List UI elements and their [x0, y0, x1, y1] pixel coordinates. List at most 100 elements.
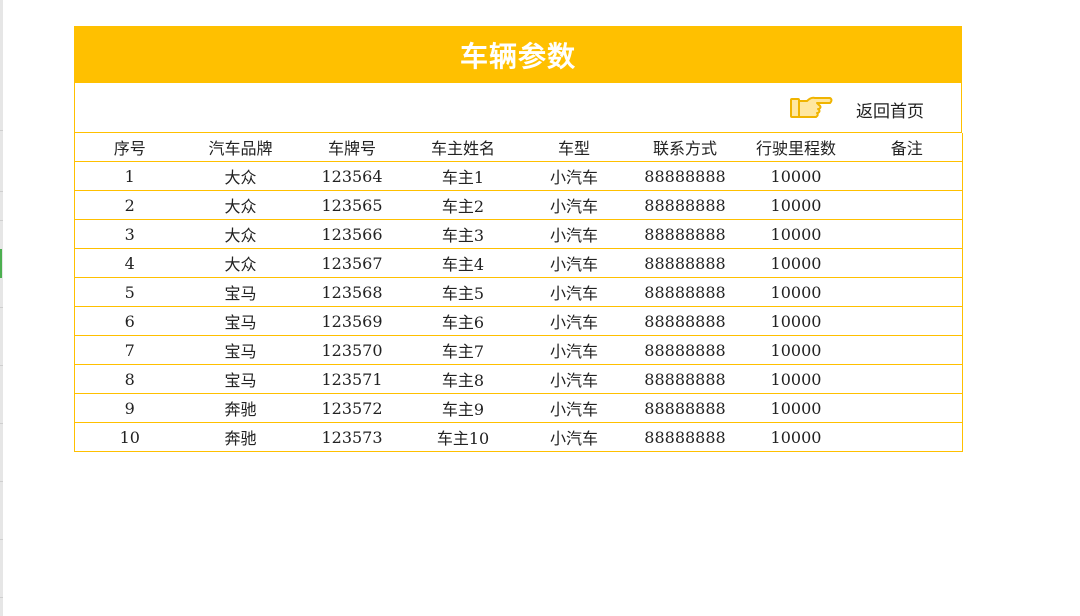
cell-contact[interactable]: 88888888 — [629, 393, 741, 423]
cell-mileage[interactable]: 10000 — [740, 190, 852, 220]
column-header-owner[interactable]: 车主姓名 — [407, 133, 519, 162]
cell-type[interactable]: 小汽车 — [518, 277, 630, 307]
cell-contact[interactable]: 88888888 — [629, 335, 741, 365]
cell-brand[interactable]: 大众 — [184, 248, 297, 278]
cell-owner[interactable]: 车主1 — [407, 161, 519, 191]
cell-type[interactable]: 小汽车 — [518, 335, 630, 365]
table-row: 8 宝马 123571 车主8 小汽车 88888888 10000 — [74, 364, 963, 394]
cell-type[interactable]: 小汽车 — [518, 422, 630, 452]
cell-owner[interactable]: 车主6 — [407, 306, 519, 336]
cell-plate[interactable]: 123568 — [296, 277, 408, 307]
column-header-mileage[interactable]: 行驶里程数 — [740, 133, 852, 162]
cell-mileage[interactable]: 10000 — [740, 422, 852, 452]
cell-index[interactable]: 3 — [74, 219, 185, 249]
cell-owner[interactable]: 车主5 — [407, 277, 519, 307]
cell-brand[interactable]: 大众 — [184, 190, 297, 220]
cell-contact[interactable]: 88888888 — [629, 248, 741, 278]
cell-contact[interactable]: 88888888 — [629, 190, 741, 220]
cell-notes[interactable] — [851, 248, 963, 278]
cell-notes[interactable] — [851, 190, 963, 220]
cell-plate[interactable]: 123570 — [296, 335, 408, 365]
cell-index[interactable]: 7 — [74, 335, 185, 365]
table-row: 6 宝马 123569 车主6 小汽车 88888888 10000 — [74, 306, 963, 336]
cell-plate[interactable]: 123573 — [296, 422, 408, 452]
cell-notes[interactable] — [851, 306, 963, 336]
cell-index[interactable]: 9 — [74, 393, 185, 423]
cell-mileage[interactable]: 10000 — [740, 393, 852, 423]
cell-plate[interactable]: 123567 — [296, 248, 408, 278]
cell-mileage[interactable]: 10000 — [740, 335, 852, 365]
column-header-plate[interactable]: 车牌号 — [296, 133, 408, 162]
cell-owner[interactable]: 车主2 — [407, 190, 519, 220]
cell-type[interactable]: 小汽车 — [518, 306, 630, 336]
cell-index[interactable]: 2 — [74, 190, 185, 220]
cell-mileage[interactable]: 10000 — [740, 306, 852, 336]
cell-brand[interactable]: 大众 — [184, 161, 297, 191]
table-row: 3 大众 123566 车主3 小汽车 88888888 10000 — [74, 219, 963, 249]
cell-notes[interactable] — [851, 364, 963, 394]
gutter-gridline — [0, 365, 3, 366]
cell-index[interactable]: 4 — [74, 248, 185, 278]
cell-type[interactable]: 小汽车 — [518, 393, 630, 423]
cell-owner[interactable]: 车主8 — [407, 364, 519, 394]
column-header-index[interactable]: 序号 — [74, 133, 185, 162]
cell-brand[interactable]: 宝马 — [184, 335, 297, 365]
cell-mileage[interactable]: 10000 — [740, 161, 852, 191]
cell-index[interactable]: 10 — [74, 422, 185, 452]
cell-index[interactable]: 8 — [74, 364, 185, 394]
pointing-hand-icon[interactable] — [789, 95, 833, 121]
vehicle-parameters-panel: 车辆参数 返回首页 序号 汽车品牌 车牌号 车主姓名 车型 联系方式 行驶里程数… — [74, 26, 963, 452]
table-row: 9 奔驰 123572 车主9 小汽车 88888888 10000 — [74, 393, 963, 423]
row-header-gutter — [0, 0, 3, 616]
back-home-link[interactable]: 返回首页 — [856, 97, 924, 122]
cell-notes[interactable] — [851, 277, 963, 307]
cell-contact[interactable]: 88888888 — [629, 219, 741, 249]
cell-plate[interactable]: 123572 — [296, 393, 408, 423]
column-header-contact[interactable]: 联系方式 — [629, 133, 741, 162]
cell-notes[interactable] — [851, 422, 963, 452]
cell-brand[interactable]: 大众 — [184, 219, 297, 249]
cell-type[interactable]: 小汽车 — [518, 248, 630, 278]
cell-owner[interactable]: 车主7 — [407, 335, 519, 365]
cell-brand[interactable]: 奔驰 — [184, 422, 297, 452]
cell-notes[interactable] — [851, 393, 963, 423]
cell-mileage[interactable]: 10000 — [740, 219, 852, 249]
cell-mileage[interactable]: 10000 — [740, 364, 852, 394]
cell-contact[interactable]: 88888888 — [629, 364, 741, 394]
cell-brand[interactable]: 宝马 — [184, 364, 297, 394]
cell-plate[interactable]: 123564 — [296, 161, 408, 191]
cell-notes[interactable] — [851, 219, 963, 249]
cell-mileage[interactable]: 10000 — [740, 248, 852, 278]
cell-notes[interactable] — [851, 335, 963, 365]
cell-type[interactable]: 小汽车 — [518, 190, 630, 220]
cell-plate[interactable]: 123566 — [296, 219, 408, 249]
column-header-type[interactable]: 车型 — [518, 133, 630, 162]
cell-contact[interactable]: 88888888 — [629, 277, 741, 307]
cell-contact[interactable]: 88888888 — [629, 306, 741, 336]
gutter-gridline — [0, 220, 3, 221]
cell-owner[interactable]: 车主4 — [407, 248, 519, 278]
cell-type[interactable]: 小汽车 — [518, 161, 630, 191]
gutter-gridline — [0, 130, 3, 131]
cell-brand[interactable]: 宝马 — [184, 277, 297, 307]
column-header-brand[interactable]: 汽车品牌 — [184, 133, 297, 162]
cell-contact[interactable]: 88888888 — [629, 161, 741, 191]
cell-type[interactable]: 小汽车 — [518, 219, 630, 249]
navigation-row: 返回首页 — [74, 83, 962, 133]
cell-index[interactable]: 5 — [74, 277, 185, 307]
cell-type[interactable]: 小汽车 — [518, 364, 630, 394]
cell-contact[interactable]: 88888888 — [629, 422, 741, 452]
cell-owner[interactable]: 车主3 — [407, 219, 519, 249]
cell-brand[interactable]: 宝马 — [184, 306, 297, 336]
cell-plate[interactable]: 123565 — [296, 190, 408, 220]
cell-plate[interactable]: 123571 — [296, 364, 408, 394]
cell-notes[interactable] — [851, 161, 963, 191]
cell-owner[interactable]: 车主9 — [407, 393, 519, 423]
cell-mileage[interactable]: 10000 — [740, 277, 852, 307]
cell-plate[interactable]: 123569 — [296, 306, 408, 336]
column-header-notes[interactable]: 备注 — [851, 133, 963, 162]
cell-brand[interactable]: 奔驰 — [184, 393, 297, 423]
cell-owner[interactable]: 车主10 — [407, 422, 519, 452]
cell-index[interactable]: 1 — [74, 161, 185, 191]
cell-index[interactable]: 6 — [74, 306, 185, 336]
